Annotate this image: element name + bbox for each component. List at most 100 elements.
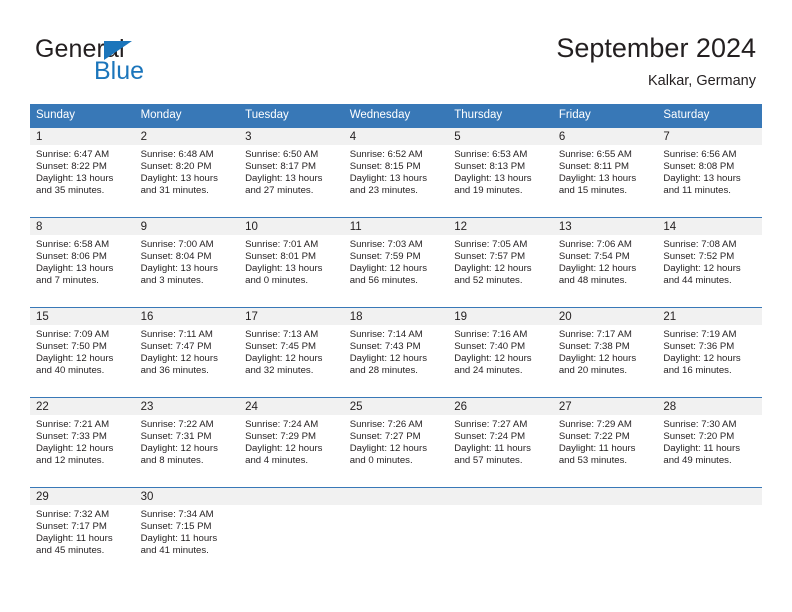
calendar-day-cell[interactable]: 29 Sunrise: 7:32 AM Sunset: 7:17 PM Dayligh… [30, 487, 135, 584]
calendar-day-cell[interactable]: 21 Sunrise: 7:19 AM Sunset: 7:36 PM Dayligh… [657, 307, 762, 398]
calendar-day-cell[interactable]: 8 Sunrise: 6:58 AM Sunset: 8:06 PM Daylight… [30, 217, 135, 308]
day-detail: Sunrise: 7:30 AM Sunset: 7:20 PM Daylight:… [657, 415, 762, 467]
daylight-text-line1: Daylight: 11 hours [663, 443, 740, 455]
daylight-text-line1: Daylight: 13 hours [454, 173, 532, 185]
day-number: 7 [657, 128, 762, 145]
calendar-empty-cell [657, 487, 762, 584]
sunrise-text: Sunrise: 7:22 AM [140, 419, 214, 430]
sunrise-text: Sunrise: 6:56 AM [663, 149, 737, 160]
sunrise-text: Sunrise: 6:58 AM [36, 239, 110, 250]
calendar-day-cell[interactable]: 1 Sunrise: 6:47 AM Sunset: 8:22 PM Daylight… [30, 127, 135, 218]
sunset-text: Sunset: 7:33 PM [36, 431, 107, 443]
day-detail: Sunrise: 7:01 AM Sunset: 8:01 PM Daylight:… [239, 235, 344, 287]
daylight-text-line2: and 7 minutes. [36, 275, 99, 287]
calendar-empty-cell [343, 487, 449, 584]
calendar-day-cell[interactable]: 23 Sunrise: 7:22 AM Sunset: 7:31 PM Dayligh… [134, 397, 240, 488]
daylight-text-line2: and 15 minutes. [558, 185, 628, 197]
calendar-day-cell[interactable]: 22 Sunrise: 7:21 AM Sunset: 7:33 PM Dayligh… [30, 397, 135, 488]
daylight-text-line2: and 57 minutes. [454, 455, 523, 467]
sunrise-text: Sunrise: 6:52 AM [349, 149, 423, 160]
calendar-day-cell[interactable]: 13 Sunrise: 7:06 AM Sunset: 7:54 PM Dayligh… [552, 217, 658, 308]
calendar-day-cell[interactable]: 11 Sunrise: 7:03 AM Sunset: 7:59 PM Dayligh… [343, 217, 449, 308]
sunset-text: Sunset: 8:06 PM [36, 251, 107, 263]
calendar-day-cell[interactable]: 16 Sunrise: 7:11 AM Sunset: 7:47 PM Dayligh… [134, 307, 240, 398]
day-number: 6 [552, 128, 658, 145]
day-detail: Sunrise: 6:53 AM Sunset: 8:13 PM Daylight:… [448, 145, 553, 197]
day-detail: Sunrise: 7:26 AM Sunset: 7:27 PM Daylight:… [344, 415, 449, 467]
day-detail: Sunrise: 6:52 AM Sunset: 8:15 PM Daylight:… [344, 145, 449, 197]
general-blue-logo[interactable]: General Blue [35, 36, 245, 88]
calendar-day-cell[interactable]: 28 Sunrise: 7:30 AM Sunset: 7:20 PM Dayligh… [657, 397, 762, 488]
sunset-text: Sunset: 7:43 PM [349, 341, 421, 353]
sunset-text: Sunset: 7:38 PM [558, 341, 630, 353]
weekday-header-sunday: Sunday [30, 104, 135, 128]
sunrise-text: Sunrise: 7:32 AM [36, 509, 110, 520]
calendar-day-cell[interactable]: 17 Sunrise: 7:13 AM Sunset: 7:45 PM Dayligh… [239, 307, 344, 398]
calendar-day-cell[interactable]: 30 Sunrise: 7:34 AM Sunset: 7:15 PM Dayligh… [134, 487, 240, 584]
calendar-day-cell[interactable]: 19 Sunrise: 7:16 AM Sunset: 7:40 PM Dayligh… [448, 307, 553, 398]
day-number [552, 488, 658, 505]
sunset-text: Sunset: 8:17 PM [245, 161, 317, 173]
daylight-text-line1: Daylight: 12 hours [454, 263, 532, 275]
day-number [239, 488, 344, 505]
calendar-day-cell[interactable]: 4 Sunrise: 6:52 AM Sunset: 8:15 PM Daylight… [343, 127, 449, 218]
sunrise-text: Sunrise: 6:55 AM [558, 149, 632, 160]
day-number: 28 [657, 398, 762, 415]
sunset-text: Sunset: 7:29 PM [245, 431, 317, 443]
calendar-day-cell[interactable]: 14 Sunrise: 7:08 AM Sunset: 7:52 PM Dayligh… [657, 217, 762, 308]
calendar-day-cell[interactable]: 27 Sunrise: 7:29 AM Sunset: 7:22 PM Dayligh… [552, 397, 658, 488]
sunset-text: Sunset: 7:20 PM [663, 431, 735, 443]
sunset-text: Sunset: 7:15 PM [140, 521, 212, 533]
calendar-day-cell[interactable]: 12 Sunrise: 7:05 AM Sunset: 7:57 PM Dayligh… [448, 217, 553, 308]
day-number: 19 [448, 308, 553, 325]
sunrise-text: Sunrise: 7:16 AM [454, 329, 528, 340]
daylight-text-line1: Daylight: 11 hours [454, 443, 531, 455]
sunrise-text: Sunrise: 7:21 AM [36, 419, 110, 430]
daylight-text-line1: Daylight: 12 hours [245, 353, 323, 365]
calendar-day-cell[interactable]: 9 Sunrise: 7:00 AM Sunset: 8:04 PM Daylight… [134, 217, 240, 308]
day-number: 16 [134, 308, 240, 325]
sunset-text: Sunset: 7:17 PM [36, 521, 107, 533]
daylight-text-line2: and 49 minutes. [663, 455, 732, 467]
sunset-text: Sunset: 7:27 PM [349, 431, 421, 443]
daylight-text-line1: Daylight: 12 hours [36, 443, 114, 455]
calendar-day-cell[interactable]: 5 Sunrise: 6:53 AM Sunset: 8:13 PM Daylight… [448, 127, 553, 218]
day-number [343, 488, 449, 505]
day-detail: Sunrise: 7:03 AM Sunset: 7:59 PM Daylight:… [344, 235, 449, 287]
calendar-day-cell[interactable]: 24 Sunrise: 7:24 AM Sunset: 7:29 PM Dayligh… [239, 397, 344, 488]
calendar-day-cell[interactable]: 18 Sunrise: 7:14 AM Sunset: 7:43 PM Dayligh… [343, 307, 449, 398]
sunset-text: Sunset: 7:52 PM [663, 251, 735, 263]
daylight-text-line1: Daylight: 13 hours [349, 173, 428, 185]
calendar-empty-cell [552, 487, 658, 584]
calendar-grid: Sunday Monday Tuesday Wednesday Thursday Frid… [30, 104, 762, 584]
calendar-day-cell[interactable]: 25 Sunrise: 7:26 AM Sunset: 7:27 PM Dayligh… [343, 397, 449, 488]
day-detail: Sunrise: 7:13 AM Sunset: 7:45 PM Daylight:… [239, 325, 344, 377]
calendar-day-cell[interactable]: 2 Sunrise: 6:48 AM Sunset: 8:20 PM Daylight… [134, 127, 240, 218]
calendar-day-cell[interactable]: 26 Sunrise: 7:27 AM Sunset: 7:24 PM Dayligh… [448, 397, 553, 488]
day-number: 9 [134, 218, 240, 235]
day-number: 2 [134, 128, 240, 145]
sunset-text: Sunset: 8:01 PM [245, 251, 317, 263]
calendar-day-cell[interactable]: 10 Sunrise: 7:01 AM Sunset: 8:01 PM Dayligh… [239, 217, 344, 308]
daylight-text-line1: Daylight: 12 hours [454, 353, 532, 365]
calendar-day-cell[interactable]: 20 Sunrise: 7:17 AM Sunset: 7:38 PM Dayligh… [552, 307, 658, 398]
day-number: 13 [552, 218, 658, 235]
sunrise-text: Sunrise: 7:17 AM [558, 329, 632, 340]
day-number: 21 [657, 308, 762, 325]
calendar-day-cell[interactable]: 3 Sunrise: 6:50 AM Sunset: 8:17 PM Daylight… [239, 127, 344, 218]
daylight-text-line1: Daylight: 12 hours [663, 353, 741, 365]
daylight-text-line1: Daylight: 12 hours [349, 263, 428, 275]
daylight-text-line2: and 32 minutes. [245, 365, 314, 377]
sunset-text: Sunset: 7:54 PM [558, 251, 630, 263]
daylight-text-line1: Daylight: 12 hours [558, 353, 637, 365]
day-detail: Sunrise: 6:55 AM Sunset: 8:11 PM Daylight:… [553, 145, 658, 197]
calendar-day-cell[interactable]: 15 Sunrise: 7:09 AM Sunset: 7:50 PM Dayligh… [30, 307, 135, 398]
sunset-text: Sunset: 7:47 PM [140, 341, 212, 353]
sunrise-text: Sunrise: 7:24 AM [245, 419, 319, 430]
daylight-text-line1: Daylight: 11 hours [36, 533, 113, 545]
calendar-day-cell[interactable]: 6 Sunrise: 6:55 AM Sunset: 8:11 PM Daylight… [552, 127, 658, 218]
calendar-day-cell[interactable]: 7 Sunrise: 6:56 AM Sunset: 8:08 PM Daylight… [657, 127, 762, 218]
daylight-text-line1: Daylight: 11 hours [140, 533, 218, 545]
calendar-week-row: 29 Sunrise: 7:32 AM Sunset: 7:17 PM Dayligh… [30, 487, 762, 584]
daylight-text-line1: Daylight: 13 hours [245, 173, 323, 185]
